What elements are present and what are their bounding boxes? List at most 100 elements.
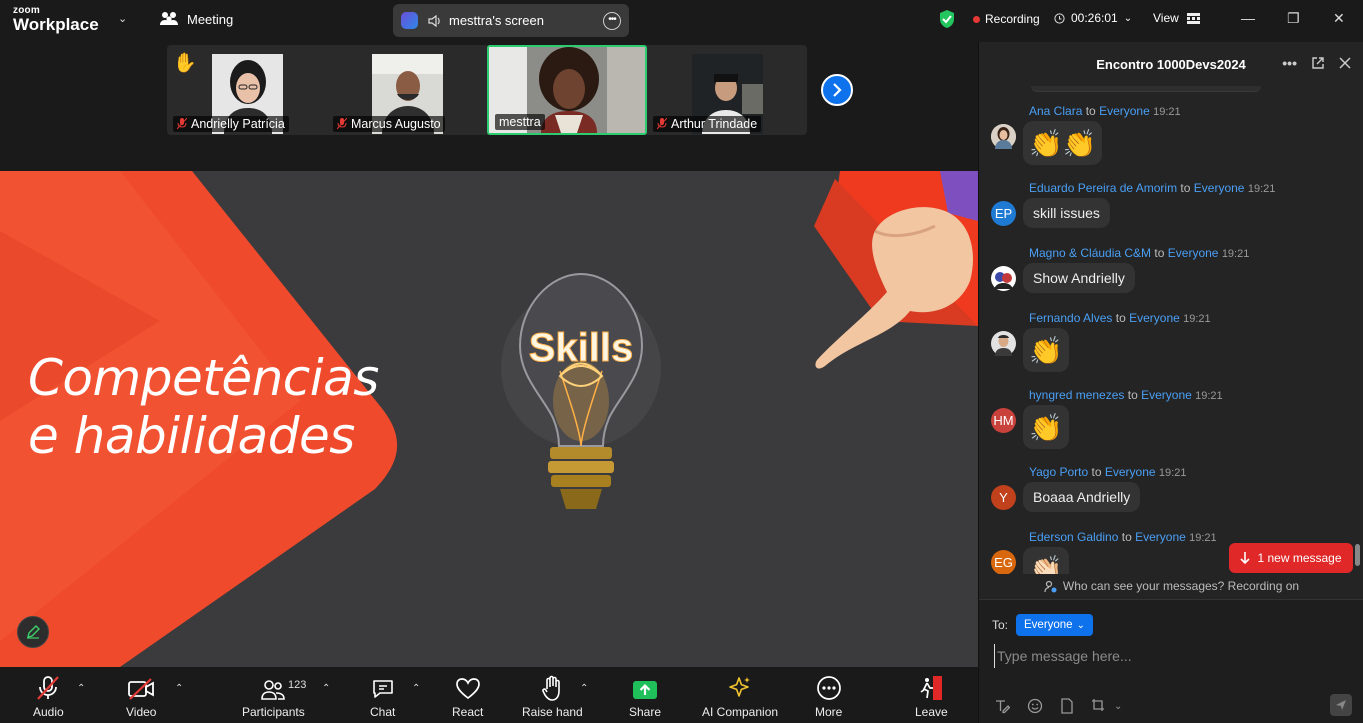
view-button[interactable]: View: [1153, 11, 1200, 25]
chat-scrollbar[interactable]: [1355, 544, 1360, 566]
message-bubble: 👏: [1023, 405, 1069, 449]
screen-share-indicator[interactable]: mesttra's screen •••: [393, 4, 629, 37]
avatar: EP: [991, 201, 1016, 226]
message-bubble: 👏: [1023, 328, 1069, 372]
share-screen-icon: [633, 681, 658, 699]
slide-title: Competências e habilidades: [28, 349, 379, 465]
raised-hand-icon: ✋: [173, 53, 197, 74]
minimize-icon[interactable]: —: [1241, 10, 1255, 26]
message-header: Fernando Alves to Everyone 19:21: [1029, 311, 1211, 325]
chevron-right-icon: [833, 83, 842, 97]
meeting-label: Meeting: [187, 11, 234, 27]
video-label: Video: [126, 705, 157, 719]
chevron-down-icon[interactable]: ⌄: [1114, 701, 1122, 712]
participant-name-tag: Andrielly Patrícia: [173, 116, 289, 132]
message-header: Ederson Galdino to Everyone 19:21: [1029, 530, 1217, 544]
grid-view-icon: [1186, 12, 1200, 24]
pencil-icon: [27, 625, 40, 639]
message-bubble: 👏🏻: [1023, 547, 1069, 574]
user-visibility-icon: [1044, 580, 1057, 592]
participant-tile[interactable]: ✋ Andrielly Patrícia: [167, 45, 327, 135]
mic-muted-icon: [37, 676, 60, 700]
message-header: Eduardo Pereira de Amorim to Everyone 19…: [1029, 181, 1276, 195]
new-message-label: 1 new message: [1257, 551, 1342, 565]
message-header: Yago Porto to Everyone 19:21: [1029, 465, 1187, 479]
security-shield-icon[interactable]: [938, 9, 956, 29]
chevron-down-icon[interactable]: ⌄: [118, 12, 127, 25]
audio-label: Audio: [33, 705, 64, 719]
slide-title-line2: e habilidades: [28, 407, 355, 465]
new-message-button[interactable]: 1 new message: [1229, 543, 1353, 573]
audio-button[interactable]: Audio: [33, 673, 64, 719]
chat-panel: Encontro 1000Devs2024 ••• Ana Clara to E…: [978, 42, 1363, 723]
chat-button[interactable]: Chat: [370, 673, 395, 719]
mic-muted-icon: [177, 118, 187, 130]
chevron-down-icon: ⌄: [1123, 12, 1133, 24]
timer-value: 00:26:01: [1071, 11, 1118, 25]
leave-button[interactable]: Leave: [915, 673, 948, 719]
close-icon[interactable]: ✕: [1333, 10, 1345, 27]
chat-more-icon[interactable]: •••: [1282, 55, 1297, 71]
chat-options-caret[interactable]: ⌃: [412, 683, 420, 694]
format-text-icon[interactable]: [994, 698, 1010, 714]
send-button[interactable]: [1330, 694, 1352, 716]
meeting-timer[interactable]: 00:26:01 ⌄: [1054, 11, 1132, 25]
heart-icon: [455, 678, 480, 700]
meeting-info-button[interactable]: Meeting: [160, 11, 233, 27]
message-header: Magno & Cláudia C&M to Everyone 19:21: [1029, 246, 1250, 260]
restore-icon[interactable]: ❐: [1287, 10, 1300, 27]
leave-label: Leave: [915, 705, 948, 719]
avatar: [991, 331, 1016, 356]
meeting-controls: Audio ⌃ Video ⌃ Participants 123 ⌃ Chat …: [0, 667, 978, 723]
message-header: Ana Clara to Everyone 19:21: [1029, 104, 1181, 118]
zoom-workplace-logo[interactable]: zoom Workplace: [13, 6, 113, 34]
chat-message-list[interactable]: Ana Clara to Everyone 19:21 👏 👏 Eduardo P…: [979, 86, 1363, 574]
raise-hand-options-caret[interactable]: ⌃: [580, 683, 588, 694]
ai-companion-button[interactable]: AI Companion: [702, 673, 778, 719]
avatar: Y: [991, 485, 1016, 510]
arrow-down-icon: [1240, 552, 1251, 564]
participants-options-caret[interactable]: ⌃: [322, 683, 330, 694]
logo-line2: Workplace: [13, 15, 99, 34]
pop-out-icon[interactable]: [1311, 56, 1325, 70]
sparkle-icon: [729, 677, 751, 697]
video-button[interactable]: Video: [126, 673, 156, 719]
more-button[interactable]: More: [815, 673, 842, 719]
chat-title: Encontro 1000Devs2024: [1096, 56, 1246, 72]
send-icon: [1336, 700, 1346, 710]
message-bubble: Boaaa Andrielly: [1023, 482, 1141, 512]
recipient-dropdown[interactable]: Everyone ⌄: [1016, 614, 1093, 636]
file-icon[interactable]: [1060, 698, 1074, 714]
to-label: To:: [992, 618, 1009, 632]
next-page-button[interactable]: [821, 74, 853, 106]
shared-screen: Skills Competências e habilidades: [0, 171, 978, 667]
audio-options-caret[interactable]: ⌃: [77, 683, 85, 694]
share-button[interactable]: Share: [629, 673, 661, 719]
participant-name: mesttra: [499, 115, 541, 129]
chat-header: Encontro 1000Devs2024 •••: [979, 42, 1363, 86]
more-options-icon[interactable]: •••: [603, 11, 621, 30]
share-label: Share: [629, 705, 662, 719]
participant-tile[interactable]: Marcus Augusto: [327, 45, 487, 135]
privacy-note[interactable]: Who can see your messages? Recording on: [979, 574, 1363, 598]
close-icon[interactable]: [1339, 57, 1351, 69]
more-label: More: [815, 705, 843, 719]
meeting-people-icon: [160, 12, 178, 25]
share-label: mesttra's screen: [449, 13, 544, 28]
avatar: [991, 124, 1016, 149]
participant-tile-active-speaker[interactable]: mesttra: [487, 45, 647, 135]
emoji-icon[interactable]: [1027, 698, 1043, 714]
raise-hand-button[interactable]: Raise hand: [522, 673, 583, 719]
view-label: View: [1153, 11, 1179, 25]
avatar: EG: [991, 550, 1016, 574]
bulb-text: Skills: [529, 326, 634, 370]
message-input[interactable]: [994, 644, 1344, 668]
video-options-caret[interactable]: ⌃: [175, 683, 183, 694]
annotate-button[interactable]: [17, 616, 49, 648]
react-button[interactable]: React: [452, 673, 483, 719]
mic-muted-icon: [657, 118, 667, 130]
participant-tile[interactable]: Arthur Trindade: [647, 45, 807, 135]
mic-muted-icon: [337, 118, 347, 130]
screenshot-icon[interactable]: [1091, 698, 1107, 714]
recording-indicator[interactable]: Recording: [973, 12, 1040, 26]
